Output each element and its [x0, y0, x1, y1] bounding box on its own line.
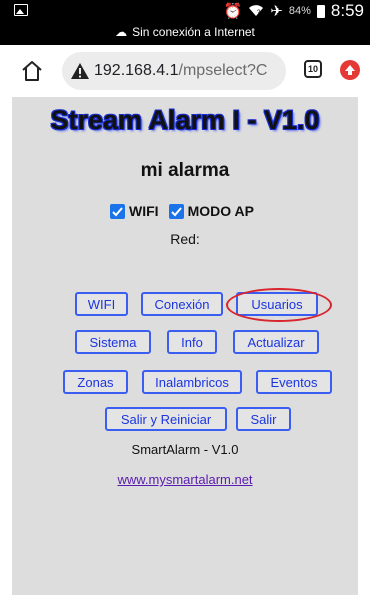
battery-icon: [316, 4, 325, 18]
not-secure-warning-icon[interactable]: [70, 62, 90, 80]
offline-text: Sin conexión a Internet: [132, 25, 255, 39]
status-bar: ⏰ ? ✈ 84% 8:59 ☁ Sin conexión a Internet: [0, 0, 370, 45]
salir-reiniciar-button[interactable]: Salir y Reiniciar: [105, 407, 227, 431]
url-text[interactable]: 192.168.4.1/mpselect?C: [94, 62, 280, 80]
actualizar-button[interactable]: Actualizar: [233, 330, 319, 354]
update-available-icon[interactable]: [340, 60, 360, 80]
footer-website-link[interactable]: www.mysmartalarm.net: [12, 472, 358, 487]
wifi-button[interactable]: WIFI: [75, 292, 128, 316]
home-icon[interactable]: [20, 59, 44, 83]
battery-percentage: 84%: [288, 5, 311, 17]
cloud-off-icon: ☁: [115, 25, 128, 39]
airplane-mode-icon: ✈: [270, 2, 283, 20]
highlight-circle: [226, 288, 332, 322]
url-path: /mpselect?C: [178, 62, 268, 79]
tab-switcher-button[interactable]: 10: [304, 60, 322, 78]
sistema-button[interactable]: Sistema: [75, 330, 151, 354]
wifi-icon: ?: [248, 3, 264, 20]
page-content: Stream Alarm I - V1.0 mi alarma WIFI MOD…: [12, 97, 358, 595]
eventos-button[interactable]: Eventos: [256, 370, 332, 394]
info-button[interactable]: Info: [167, 330, 217, 354]
status-indicators: ⏰ ? ✈ 84% 8:59: [224, 0, 364, 22]
alarm-clock-icon: ⏰: [223, 2, 243, 20]
url-host: 192.168.4.1: [94, 62, 179, 79]
salir-button[interactable]: Salir: [236, 407, 291, 431]
mode-checkboxes: WIFI MODO AP: [12, 203, 358, 219]
modo-ap-checkbox-label: MODO AP: [187, 203, 254, 219]
conexion-button[interactable]: Conexión: [141, 292, 223, 316]
footer-version: SmartAlarm - V1.0: [131, 442, 239, 457]
zonas-button[interactable]: Zonas: [63, 370, 128, 394]
device-name: mi alarma: [140, 160, 230, 181]
address-bar[interactable]: 192.168.4.1/mpselect?C: [62, 52, 286, 90]
offline-banner: ☁ Sin conexión a Internet: [0, 25, 370, 39]
clock: 8:59: [330, 1, 364, 20]
inalambricos-button[interactable]: Inalambricos: [142, 370, 242, 394]
browser-toolbar: 192.168.4.1/mpselect?C 10: [0, 45, 370, 97]
gallery-notification-icon: [14, 4, 28, 16]
network-label: Red:: [170, 231, 200, 247]
page-title: Stream Alarm I - V1.0: [50, 105, 320, 135]
wifi-checkbox-label: WIFI: [129, 203, 159, 219]
wifi-checkbox[interactable]: [110, 203, 126, 219]
modo-ap-checkbox[interactable]: [168, 203, 184, 219]
